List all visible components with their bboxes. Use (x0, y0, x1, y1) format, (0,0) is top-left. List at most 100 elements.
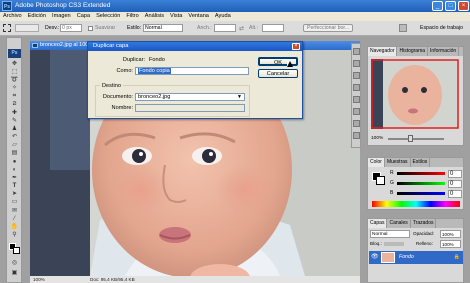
suavizar-checkbox[interactable] (88, 26, 93, 31)
marquee-tool-icon[interactable]: ⬚ (9, 69, 20, 76)
marquee-tool-icon[interactable] (3, 24, 11, 32)
blend-mode-select[interactable]: Normal (370, 230, 410, 238)
move-tool-icon[interactable]: ✥ (9, 61, 20, 68)
shape-tool-icon[interactable]: ▭ (9, 199, 20, 206)
channel-g-value[interactable]: 0 (448, 180, 462, 188)
lock-buttons[interactable] (384, 242, 404, 246)
navigator-zoom-slider[interactable] (388, 138, 444, 140)
channel-r-slider[interactable] (397, 172, 445, 175)
anch-label: Anch.: (197, 25, 212, 31)
dock-actions-icon[interactable] (353, 108, 360, 115)
dock-measurement-icon[interactable] (353, 132, 360, 139)
dialog-title-bar: Duplicar capa × (88, 42, 302, 51)
lock-icon: 🔒 (453, 254, 460, 260)
menu-imagen[interactable]: Imagen (49, 12, 74, 21)
dodge-tool-icon[interactable]: ◐ (9, 167, 20, 174)
fill-input[interactable]: 100% (440, 240, 461, 248)
screen-mode-icon[interactable]: ▣ (9, 270, 20, 277)
history-brush-tool-icon[interactable]: ↶ (9, 134, 20, 141)
brush-tool-icon[interactable]: ✎ (9, 118, 20, 125)
app-title-bar: Ps Adobe Photoshop CS3 Extended _ □ × (0, 0, 470, 12)
channel-g-label: G (390, 180, 394, 186)
stamp-tool-icon[interactable]: ♟ (9, 126, 20, 133)
tab-layers[interactable]: Capas (368, 219, 388, 228)
cancel-button[interactable]: Cancelar (258, 69, 298, 78)
menu-ventana[interactable]: Ventana (185, 12, 212, 21)
menu-filtro[interactable]: Filtro (123, 12, 141, 21)
menu-edicion[interactable]: Edición (25, 12, 49, 21)
workspace-menu[interactable]: Espacio de trabajo (420, 24, 463, 32)
nombre-input[interactable] (135, 104, 245, 112)
hand-tool-icon[interactable]: ✋ (9, 224, 20, 231)
tab-navigator[interactable]: Navegador (368, 47, 398, 56)
quick-mask-icon[interactable]: ◎ (9, 260, 20, 267)
eye-icon[interactable]: 👁 (371, 254, 379, 261)
como-input[interactable]: Fondo copia (135, 67, 249, 75)
background-color-swatch[interactable] (13, 247, 20, 254)
path-selection-tool-icon[interactable]: ➤ (9, 191, 20, 198)
menu-vista[interactable]: Vista (167, 12, 185, 21)
tab-histogram[interactable]: Histograma (397, 47, 429, 56)
dialog-close-button[interactable]: × (292, 43, 300, 50)
tab-channels[interactable]: Canales (387, 219, 411, 228)
lasso-tool-icon[interactable]: ➰ (9, 77, 20, 84)
slice-tool-icon[interactable]: ⧄ (9, 101, 20, 108)
dock-tool-presets-icon[interactable] (353, 72, 360, 79)
maximize-button[interactable]: □ (445, 1, 456, 11)
blur-tool-icon[interactable]: ● (9, 159, 20, 166)
channel-b-value[interactable]: 0 (448, 190, 462, 198)
chevron-down-icon: ▼ (237, 94, 242, 100)
tab-info[interactable]: Información (428, 47, 460, 56)
opacity-input[interactable]: 100% (440, 230, 461, 238)
selection-mode-buttons[interactable] (15, 24, 39, 32)
estilo-select[interactable]: Normal (143, 24, 183, 32)
refine-edge-button[interactable]: Perfeccionar bor... (303, 24, 354, 32)
close-button[interactable]: × (458, 1, 469, 11)
swap-icon[interactable]: ⇄ (239, 25, 244, 32)
menu-analisis[interactable]: Análisis (142, 12, 167, 21)
pen-tool-icon[interactable]: ✒ (9, 175, 20, 182)
documento-value: bronceo2.jpg (138, 94, 171, 100)
dock-layers-comp-icon[interactable] (353, 48, 360, 55)
navigator-thumbnail[interactable] (371, 59, 459, 129)
zoom-tool-icon[interactable]: ⚲ (9, 232, 20, 239)
menu-archivo[interactable]: Archivo (0, 12, 25, 21)
tab-styles[interactable]: Estilos (411, 158, 431, 167)
documento-select[interactable]: bronceo2.jpg ▼ (135, 93, 245, 101)
gradient-tool-icon[interactable]: ▤ (9, 150, 20, 157)
alt-input[interactable] (262, 24, 284, 32)
workspace-icon[interactable] (399, 24, 407, 32)
color-background-swatch[interactable] (376, 176, 385, 185)
dock-brushes-icon[interactable] (353, 60, 360, 67)
layer-row-fondo[interactable]: 👁 Fondo 🔒 (369, 251, 463, 264)
healing-brush-tool-icon[interactable]: ✚ (9, 110, 20, 117)
desv-input[interactable]: 0 px (60, 24, 82, 32)
document-zoom[interactable]: 100% (33, 276, 45, 283)
tab-paths[interactable]: Trazados (411, 219, 437, 228)
channel-g-slider[interactable] (397, 182, 445, 185)
duplicar-value: Fondo (149, 57, 165, 63)
color-spectrum-bar[interactable] (372, 201, 460, 207)
eraser-tool-icon[interactable]: ▱ (9, 142, 20, 149)
menu-capa[interactable]: Capa (74, 12, 93, 21)
minimize-button[interactable]: _ (432, 1, 443, 11)
type-tool-icon[interactable]: T (9, 183, 20, 190)
anch-input[interactable] (214, 24, 236, 32)
navigator-slider-handle[interactable] (408, 135, 413, 142)
notes-tool-icon[interactable]: ✉ (9, 208, 20, 215)
tab-color[interactable]: Color (368, 158, 385, 167)
crop-tool-icon[interactable]: ⌗ (9, 93, 20, 100)
eyedropper-tool-icon[interactable]: ⁄ (9, 216, 20, 223)
menu-ayuda[interactable]: Ayuda (212, 12, 234, 21)
tools-panel: Ps ✥ ⬚ ➰ ✧ ⌗ ⧄ ✚ ✎ ♟ ↶ ▱ ▤ ● ◐ ✒ T ➤ ▭ ✉… (6, 37, 22, 283)
layer-name[interactable]: Fondo (399, 253, 414, 262)
channel-b-slider[interactable] (397, 192, 445, 195)
dock-clone-source-icon[interactable] (353, 84, 360, 91)
dock-history-icon[interactable] (353, 96, 360, 103)
magic-wand-tool-icon[interactable]: ✧ (9, 85, 20, 92)
navigator-zoom[interactable]: 100% (371, 135, 383, 142)
dock-animation-icon[interactable] (353, 120, 360, 127)
channel-r-value[interactable]: 0 (448, 170, 462, 178)
tab-swatches[interactable]: Muestras (385, 158, 411, 167)
menu-seleccion[interactable]: Selección (93, 12, 123, 21)
